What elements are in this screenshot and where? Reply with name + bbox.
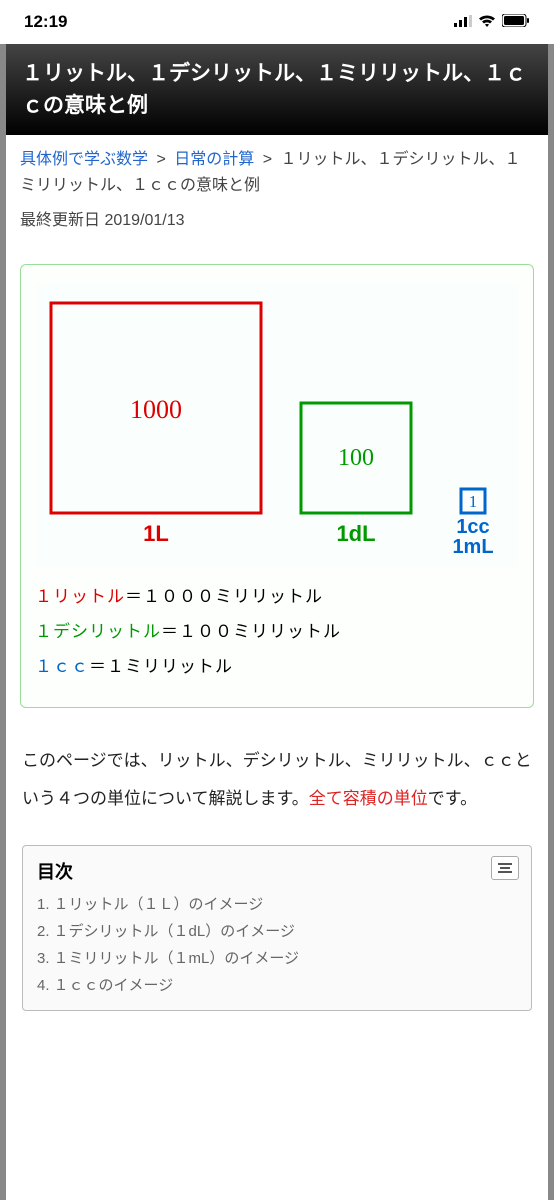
hamburger-icon (498, 863, 512, 865)
breadcrumb-link-category[interactable]: 日常の計算 (174, 151, 254, 168)
svg-text:1L: 1L (143, 521, 169, 546)
wifi-icon (478, 12, 496, 32)
battery-icon (502, 12, 530, 32)
toc-item[interactable]: 2.１デシリットル（１dL）のイメージ (37, 917, 517, 944)
intro-paragraph: このページでは、リットル、デシリットル、ミリリットル、ｃｃという４つの単位につい… (6, 728, 548, 831)
toc-item[interactable]: 3.１ミリリットル（１mL）のイメージ (37, 944, 517, 971)
svg-text:1: 1 (469, 492, 478, 511)
page-title: １リットル、１デシリットル、１ミリリットル、１ｃｃの意味と例 (6, 44, 548, 135)
breadcrumb-separator: > (156, 151, 165, 168)
breadcrumb-separator: > (263, 151, 272, 168)
svg-text:1000: 1000 (130, 395, 182, 424)
volume-diagram: 1000 1L 100 1dL 1 1cc 1mL (35, 283, 519, 568)
conversion-cc: １ｃｃ＝１ミリリットル (35, 652, 519, 677)
toc-item[interactable]: 1.１リットル（１Ｌ）のイメージ (37, 890, 517, 917)
conversion-liter: １リットル＝１０００ミリリットル (35, 582, 519, 607)
toc-title: 目次 (37, 858, 517, 884)
conversion-deciliter: １デシリットル＝１００ミリリットル (35, 617, 519, 642)
signal-icon (454, 12, 472, 32)
svg-text:1dL: 1dL (336, 521, 375, 546)
table-of-contents: 目次 1.１リットル（１Ｌ）のイメージ 2.１デシリットル（１dL）のイメージ … (22, 845, 532, 1011)
status-time: 12:19 (24, 12, 67, 32)
toc-list: 1.１リットル（１Ｌ）のイメージ 2.１デシリットル（１dL）のイメージ 3.１… (37, 890, 517, 998)
toc-toggle-button[interactable] (491, 856, 519, 880)
breadcrumb: 具体例で学ぶ数学 > 日常の計算 > １リットル、１デシリットル、１ミリリットル… (6, 135, 548, 202)
breadcrumb-link-home[interactable]: 具体例で学ぶ数学 (20, 151, 148, 168)
diagram-box: 1000 1L 100 1dL 1 1cc 1mL １リットル＝１０００ミリリッ… (20, 264, 534, 708)
svg-text:100: 100 (338, 445, 374, 471)
content-wrapper: １リットル、１デシリットル、１ミリリットル、１ｃｃの意味と例 具体例で学ぶ数学 … (0, 44, 554, 1200)
last-updated: 最終更新日 2019/01/13 (6, 202, 548, 244)
status-bar: 12:19 (0, 0, 554, 44)
svg-text:1cc: 1cc (456, 516, 489, 538)
toc-item[interactable]: 4.１ｃｃのイメージ (37, 971, 517, 998)
svg-text:1mL: 1mL (452, 536, 493, 553)
status-right (454, 12, 530, 32)
